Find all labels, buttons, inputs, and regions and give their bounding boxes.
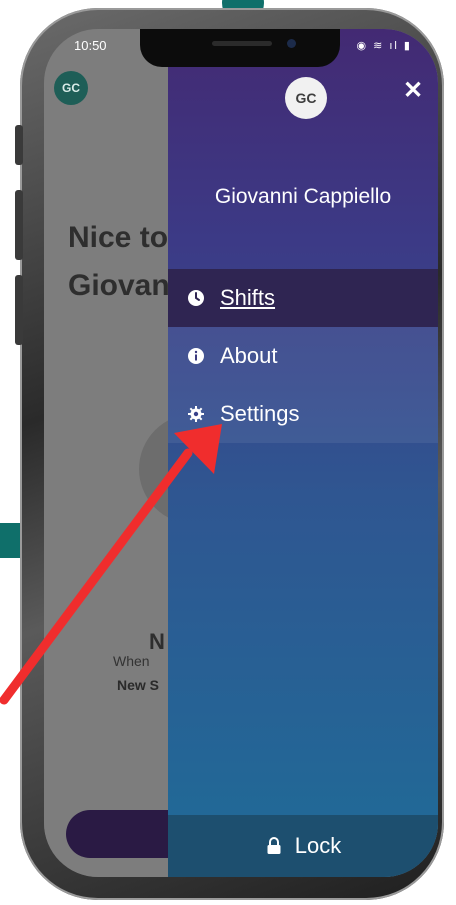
empty-state-title: N [149,629,165,654]
gear-icon [186,404,206,424]
lock-icon [265,837,283,855]
menu-label-settings: Settings [220,401,300,426]
phone-camera [287,39,296,48]
drawer-menu: Shifts About Settings [168,269,438,443]
navigation-drawer: GC ✕ Giovanni Cappiello Shifts About Set… [168,29,438,877]
user-name: Giovanni Cappiello [214,185,392,208]
status-time: 10:50 [74,38,107,53]
background-greeting: Nice to Giovan [68,214,170,310]
phone-side-button [15,125,23,165]
info-icon [186,346,206,366]
lock-label: Lock [294,833,342,858]
menu-item-about[interactable]: About [168,327,438,385]
close-button[interactable]: ✕ [400,76,426,104]
empty-state-bold: New S [117,677,160,693]
menu-label-shifts: Shifts [220,285,276,310]
menu-item-shifts[interactable]: Shifts [168,269,438,327]
menu-label-about: About [220,343,278,368]
lock-button[interactable]: Lock [168,815,438,877]
phone-screen: GC Nice to Giovan N When New S 10:50 ◉ ≋… [44,29,438,877]
empty-state-text: When [113,653,150,669]
background-avatar[interactable]: GC [54,71,88,105]
phone-notch [140,29,340,67]
greeting-line-2: Giovan [68,269,170,302]
clock-icon [186,288,206,308]
user-avatar[interactable]: GC [285,77,327,119]
phone-volume-up-button [15,190,23,260]
close-icon: ✕ [402,76,424,104]
phone-speaker [212,41,272,46]
greeting-line-1: Nice to [68,221,169,254]
status-icons: ◉ ≋ ıl ▮ [356,40,412,52]
menu-item-settings[interactable]: Settings [168,385,438,443]
phone-volume-down-button [15,275,23,345]
